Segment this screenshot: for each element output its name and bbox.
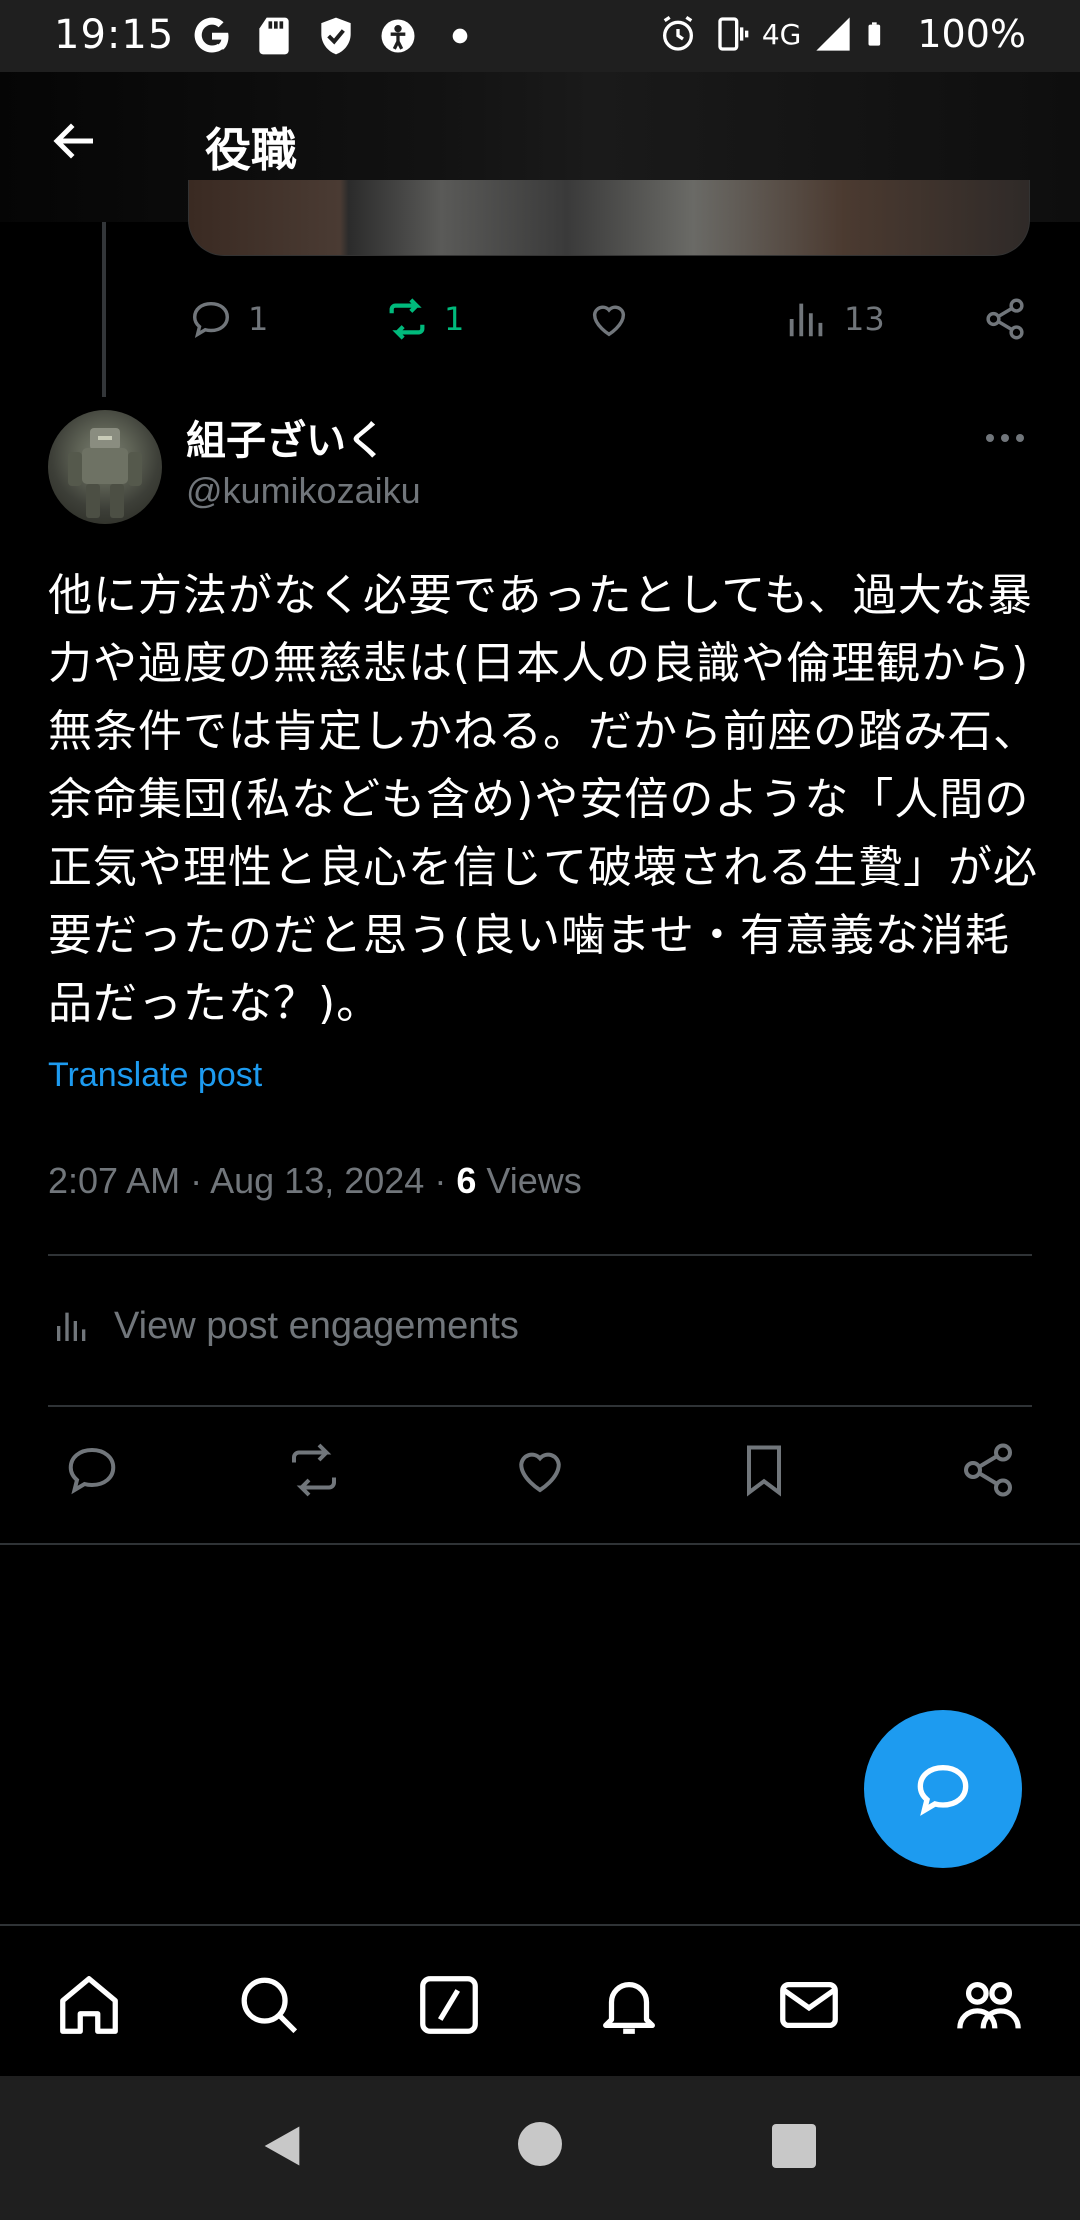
heart-icon: [592, 305, 626, 337]
like-button[interactable]: [510, 1440, 570, 1500]
reply-icon: [68, 1447, 116, 1495]
system-recents-icon[interactable]: [772, 2124, 816, 2168]
nav-messages[interactable]: [774, 1970, 844, 2040]
parent-views-count: 13: [844, 300, 885, 338]
analytics-icon: [57, 1312, 86, 1341]
parent-repost-count: 1: [444, 300, 465, 338]
network-type: 4G: [761, 17, 802, 51]
more-options-icon[interactable]: [980, 418, 1030, 458]
view-engagements-label: View post engagements: [114, 1304, 519, 1347]
bookmark-button[interactable]: [734, 1440, 794, 1500]
system-navigation-bar: [0, 2076, 1080, 2220]
avatar[interactable]: [48, 410, 162, 524]
post-meta: 2:07 AM · Aug 13, 2024 · 6 Views: [48, 1160, 582, 1202]
parent-reply-count: 1: [248, 300, 269, 338]
communities-icon: [957, 1981, 1021, 2029]
share-icon: [986, 298, 1024, 340]
messages-icon: [780, 1981, 838, 2029]
meta-separator: ·: [434, 1160, 447, 1201]
parent-reply-button[interactable]: 1: [188, 296, 268, 342]
search-icon: [241, 1977, 298, 2034]
accessibility-icon: [376, 14, 420, 58]
alarm-icon: [658, 12, 698, 56]
post-date: Aug 13, 2024: [210, 1160, 425, 1201]
battery-percent: 100%: [917, 12, 1026, 56]
heart-icon: [519, 1452, 561, 1493]
view-engagements-button[interactable]: View post engagements: [52, 1304, 519, 1348]
author-display-name[interactable]: 組子ざいく: [186, 408, 386, 466]
vibrate-icon: [710, 12, 750, 56]
page-title: 役職: [205, 123, 297, 177]
nav-grok[interactable]: [414, 1970, 484, 2040]
bookmark-icon: [747, 1445, 781, 1497]
divider: [48, 1254, 1032, 1256]
post-text: 他に方法がなく必要であったとしても、過大な暴力や過度の無慈悲は(日本人の良識や倫…: [48, 570, 1038, 1029]
reply-fab-button[interactable]: [864, 1710, 1022, 1868]
parent-post-actions: 1 1 13: [188, 290, 1030, 350]
system-back-icon[interactable]: [256, 2120, 308, 2172]
nav-home[interactable]: [54, 1970, 124, 2040]
share-button[interactable]: [958, 1440, 1018, 1500]
grok-icon: [420, 1976, 478, 2034]
divider: [0, 1543, 1080, 1545]
nav-communities[interactable]: [954, 1970, 1024, 2040]
reply-button[interactable]: [62, 1440, 122, 1500]
battery-icon: [865, 12, 905, 56]
thread-connector-line: [102, 222, 106, 397]
shield-icon: [314, 14, 358, 58]
home-icon: [60, 1976, 118, 2034]
reply-icon: [192, 301, 230, 338]
nav-notifications[interactable]: [594, 1970, 664, 2040]
parent-repost-button[interactable]: 1: [384, 296, 464, 342]
divider: [48, 1405, 1032, 1407]
post-action-bar: [0, 1440, 1080, 1510]
status-left-icons: [190, 14, 482, 58]
repost-icon: [389, 298, 425, 340]
post-views-count: 6: [456, 1160, 477, 1201]
post-time: 2:07 AM: [48, 1160, 181, 1201]
sd-card-icon: [252, 14, 296, 58]
status-right: 4G 100%: [658, 12, 1026, 56]
dot-icon: [438, 14, 482, 58]
share-icon: [964, 1443, 1012, 1497]
analytics-icon: [789, 303, 823, 337]
parent-like-button[interactable]: [586, 296, 632, 342]
avatar-image: [68, 428, 142, 518]
bottom-navigation: [0, 1924, 1080, 2076]
signal-icon: [813, 12, 853, 56]
translate-post-link[interactable]: Translate post: [48, 1056, 262, 1095]
back-arrow-icon[interactable]: [48, 114, 102, 168]
google-icon: [190, 14, 234, 58]
parent-post-media[interactable]: [188, 180, 1030, 256]
nav-search[interactable]: [234, 1970, 304, 2040]
notifications-icon: [603, 1981, 655, 2034]
repost-button[interactable]: [284, 1440, 344, 1500]
author-handle[interactable]: @kumikozaiku: [186, 470, 421, 512]
status-bar: 19:15 4G 100%: [0, 0, 1080, 72]
post-views-label: Views: [486, 1160, 582, 1201]
parent-share-button[interactable]: [982, 296, 1028, 342]
repost-icon: [292, 1443, 336, 1497]
meta-separator: ·: [190, 1160, 203, 1201]
system-home-icon[interactable]: [518, 2122, 562, 2166]
status-time: 19:15: [54, 12, 175, 58]
reply-icon: [917, 1764, 969, 1816]
parent-views-button[interactable]: 13: [784, 296, 885, 342]
